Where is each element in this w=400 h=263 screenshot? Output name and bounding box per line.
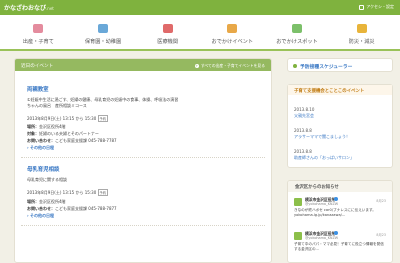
- support-event-link[interactable]: アラサーママで聞こましょう！: [294, 134, 350, 140]
- vaccination-scheduler-link[interactable]: 予防接種スケジューラー: [287, 58, 393, 72]
- helmet-icon: [356, 24, 367, 33]
- all-events-link[interactable]: + すべての出産・子育てイベントを見る: [194, 63, 265, 69]
- event-description-2: ちゃんの風呂 産所相談ミコース: [27, 103, 87, 108]
- divider: [21, 157, 265, 158]
- accessibility-settings-link[interactable]: アクセシ・設定: [359, 4, 394, 10]
- support-event-link[interactable]: 父親先宮会: [294, 113, 314, 119]
- hospital-icon: [162, 24, 173, 33]
- event-description: 母乳育児に関する相談: [27, 177, 67, 182]
- reservation-badge: 予約: [97, 189, 109, 196]
- event-target: 対象：妊婦のいる夫婦とそのパートナー: [27, 131, 99, 136]
- verified-icon: [334, 197, 338, 201]
- support-event-date: 2013.8.8: [294, 149, 312, 154]
- events-panel: 近日のイベント + すべての出産・子育てイベントを見る 両親教室 ①妊娠中生活に過…: [14, 58, 272, 263]
- event-date: 2013年8月9日(土) 13:15 から 15:30 予約: [27, 115, 109, 122]
- nav-item-disaster-prevention[interactable]: 防災・減災: [334, 15, 390, 51]
- avatar[interactable]: [294, 198, 302, 206]
- event-item: 母乳育児相談: [27, 165, 59, 173]
- balloon-icon: [227, 24, 238, 33]
- tree-icon: [291, 24, 302, 33]
- other-dates-link[interactable]: › その他の日程: [27, 145, 54, 151]
- support-events-heading: 子育て支援機会とことこのイベント: [288, 85, 392, 95]
- main-navigation: 出産・子育て 保育園・幼稚園 医療機関 おでかけイベント おでかけスポット 防災…: [0, 15, 400, 51]
- nav-item-outing-spots[interactable]: おでかけスポット: [269, 15, 325, 51]
- building-icon: [97, 24, 108, 33]
- event-item: 両親教室: [27, 85, 49, 93]
- event-place: 場所：金沢区役所4階: [27, 124, 66, 129]
- nav-item-outing-events[interactable]: おでかけイベント: [204, 15, 260, 51]
- tweet-handle: @yokohama_KNZW: [305, 236, 339, 240]
- site-logo[interactable]: かなざわおなび.net: [4, 3, 54, 12]
- tweet-item: 横浜市金沢区役所 @yokohama_KNZW 8月23 子育て中のパパ・ママ必…: [294, 231, 386, 259]
- event-title[interactable]: 両親教室: [27, 85, 49, 93]
- event-place: 場所：金沢区役所4階: [27, 199, 66, 204]
- event-contact: お問い合わせ：こども家庭支援課 045-788-7787: [27, 138, 117, 143]
- events-panel-title: 近日のイベント: [21, 63, 54, 69]
- support-event-date: 2013.8.8: [294, 128, 312, 133]
- support-event-date: 2013.8.10: [294, 107, 315, 112]
- event-contact: お問い合わせ：こども家庭支援課 045-788-7877: [27, 206, 117, 211]
- avatar[interactable]: [294, 232, 302, 240]
- tweet-text: きなのが終ハポセ car0/プナレスにに伝えいます。 yokohama.lg.j…: [294, 208, 376, 217]
- event-title[interactable]: 母乳育児相談: [27, 165, 59, 173]
- nav-item-medical[interactable]: 医療機関: [140, 15, 196, 51]
- ward-news-heading: 金沢区からのお知らせ: [288, 181, 392, 192]
- divider: [21, 225, 265, 226]
- reservation-badge: 予約: [97, 115, 109, 122]
- support-event-link[interactable]: 助産師さんの「おっぱいサロン」: [294, 155, 354, 161]
- event-date: 2013年8月9日(土) 13:15 から 15:30 予約: [27, 189, 109, 196]
- top-bar: かなざわおなび.net アクセシ・設定: [0, 0, 400, 15]
- tweet-handle: @yokohama_KNZW: [305, 202, 339, 206]
- events-panel-header: 近日のイベント + すべての出産・子育てイベントを見る: [15, 59, 271, 71]
- ward-news-panel: 金沢区からのお知らせ 横浜市金沢区役所 @yokohama_KNZW 8月23 …: [287, 180, 393, 263]
- nav-item-nursery[interactable]: 保育園・幼稚園: [75, 15, 131, 51]
- tweet-item: 横浜市金沢区役所 @yokohama_KNZW 8月23 きなのが終ハポセ ca…: [294, 197, 386, 225]
- tweet-time[interactable]: 8月23: [376, 232, 386, 237]
- tweet-text: 子育て中のパパ・ママ必見！子育てに役立つ情報を発信する金沢区の...: [294, 242, 384, 251]
- plus-icon: +: [194, 63, 199, 68]
- support-events-panel: 子育て支援機会とことこのイベント 2013.8.10 父親先宮会 2013.8.…: [287, 84, 393, 168]
- settings-icon: [359, 4, 365, 10]
- tweet-time[interactable]: 8月23: [376, 198, 386, 203]
- stroller-icon: [33, 24, 44, 33]
- syringe-icon: [293, 64, 297, 68]
- nav-item-childbirth[interactable]: 出産・子育て: [10, 15, 66, 51]
- verified-icon: [334, 231, 338, 235]
- other-dates-link[interactable]: › その他の日程: [27, 213, 54, 219]
